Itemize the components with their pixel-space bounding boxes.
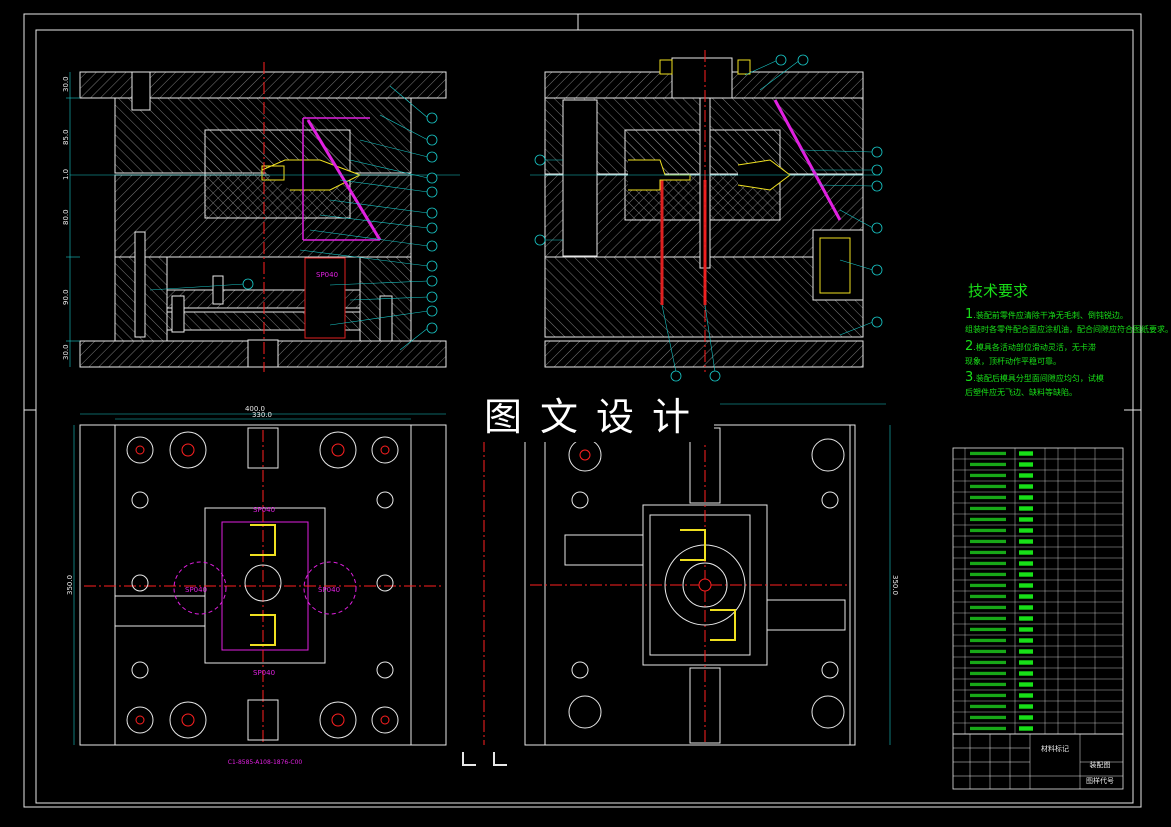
parts-cell-mark	[970, 495, 1006, 500]
parts-cell-mark	[1019, 495, 1033, 500]
parts-cell-mark	[1019, 671, 1033, 676]
parts-cell-mark	[1019, 649, 1033, 654]
tech-requirements-title: 技术要求	[968, 282, 1029, 300]
dim-left-1: 85.0	[62, 129, 70, 145]
parts-cell-mark	[970, 572, 1006, 577]
dim-left-2: 1.0	[62, 169, 70, 180]
parts-cell-mark	[970, 462, 1006, 467]
parts-cell-mark	[1019, 451, 1033, 456]
parts-cell-mark	[970, 616, 1006, 621]
parts-cell-mark	[970, 693, 1006, 698]
tech-req-line: 1.装配前零件应清除干净无毛刺、倒钝锐边。	[965, 307, 1128, 322]
spring-label-2: SP040	[253, 506, 275, 514]
parts-cell-mark	[970, 451, 1006, 456]
dim-height-right: 350.0	[891, 575, 899, 595]
parts-cell-mark	[970, 561, 1006, 566]
parts-cell-mark	[970, 660, 1006, 665]
tech-req-line: 3.装配后模具分型面间隙应均匀，试模	[965, 370, 1104, 385]
spring-label-4: SP040	[318, 586, 340, 594]
parts-cell-mark	[1019, 484, 1033, 489]
watermark: 图文设计	[478, 392, 714, 442]
parts-cell-mark	[1019, 693, 1033, 698]
parts-cell-mark	[1019, 528, 1033, 533]
parts-cell-mark	[970, 517, 1006, 522]
parts-cell-mark	[1019, 660, 1033, 665]
bottom-note: C1-8585-A108-1876-C00	[228, 759, 303, 766]
parts-cell-mark	[1019, 539, 1033, 544]
parts-cell-mark	[1019, 704, 1033, 709]
parts-cell-mark	[1019, 594, 1033, 599]
parts-cell-mark	[1019, 561, 1033, 566]
parts-cell-mark	[1019, 506, 1033, 511]
parts-cell-mark	[1019, 605, 1033, 610]
dim-width-inner: 330.0	[252, 411, 272, 419]
dim-left-5: 30.0	[62, 344, 70, 360]
parts-cell-mark	[1019, 462, 1033, 467]
tech-req-line: 组装时各零件配合面应涂机油，配合间隙应符合图纸要求。	[965, 325, 1171, 334]
dim-left-0: 30.0	[62, 76, 70, 92]
parts-cell-mark	[970, 528, 1006, 533]
parts-cell-mark	[970, 594, 1006, 599]
dim-height-left: 350.0	[66, 575, 74, 595]
tech-req-line: 现象，顶杆动作平稳可靠。	[965, 357, 1061, 366]
section-view-left	[66, 62, 460, 372]
plan-view-left	[73, 413, 447, 746]
title-material: 材料标记	[1041, 744, 1069, 753]
parts-cell-mark	[1019, 583, 1033, 588]
parts-cell-mark	[1019, 715, 1033, 720]
parts-cell-mark	[1019, 550, 1033, 555]
parts-cell-mark	[1019, 726, 1033, 731]
title-drawing-code: 图样代号	[1086, 776, 1114, 785]
parts-list-table	[952, 447, 1124, 735]
parts-cell-mark	[970, 638, 1006, 643]
parts-cell-mark	[1019, 572, 1033, 577]
plan-view-right	[483, 403, 891, 746]
parts-cell-mark	[1019, 682, 1033, 687]
parts-cell-mark	[970, 506, 1006, 511]
tech-req-line: 2.模具各活动部位滑动灵活，无卡滞	[965, 339, 1096, 354]
spring-label-1: SP040	[316, 271, 338, 279]
parts-cell-mark	[970, 682, 1006, 687]
parts-cell-mark	[1019, 517, 1033, 522]
parts-cell-mark	[970, 550, 1006, 555]
parts-cell-mark	[1019, 473, 1033, 478]
section-marker-right	[493, 752, 507, 766]
parts-cell-mark	[970, 539, 1006, 544]
parts-cell-mark	[970, 627, 1006, 632]
parts-cell-mark	[970, 704, 1006, 709]
parts-cell-mark	[1019, 627, 1033, 632]
dim-left-4: 90.0	[62, 289, 70, 305]
section-marker-left	[462, 752, 476, 766]
dim-left-3: 80.0	[62, 209, 70, 225]
parts-cell-mark	[970, 715, 1006, 720]
parts-cell-mark	[970, 726, 1006, 731]
spring-label-3: SP040	[185, 586, 207, 594]
parts-cell-mark	[970, 649, 1006, 654]
title-drawing-name: 装配图	[1090, 760, 1111, 769]
parts-cell-mark	[970, 484, 1006, 489]
parts-cell-mark	[1019, 616, 1033, 621]
tech-req-line: 后塑件应无飞边、缺料等缺陷。	[965, 388, 1077, 397]
parts-cell-mark	[970, 605, 1006, 610]
parts-cell-mark	[970, 583, 1006, 588]
parts-cell-mark	[970, 473, 1006, 478]
parts-cell-mark	[970, 671, 1006, 676]
spring-label-5: SP040	[253, 669, 275, 677]
parts-cell-mark	[1019, 638, 1033, 643]
section-view-right	[530, 50, 883, 382]
